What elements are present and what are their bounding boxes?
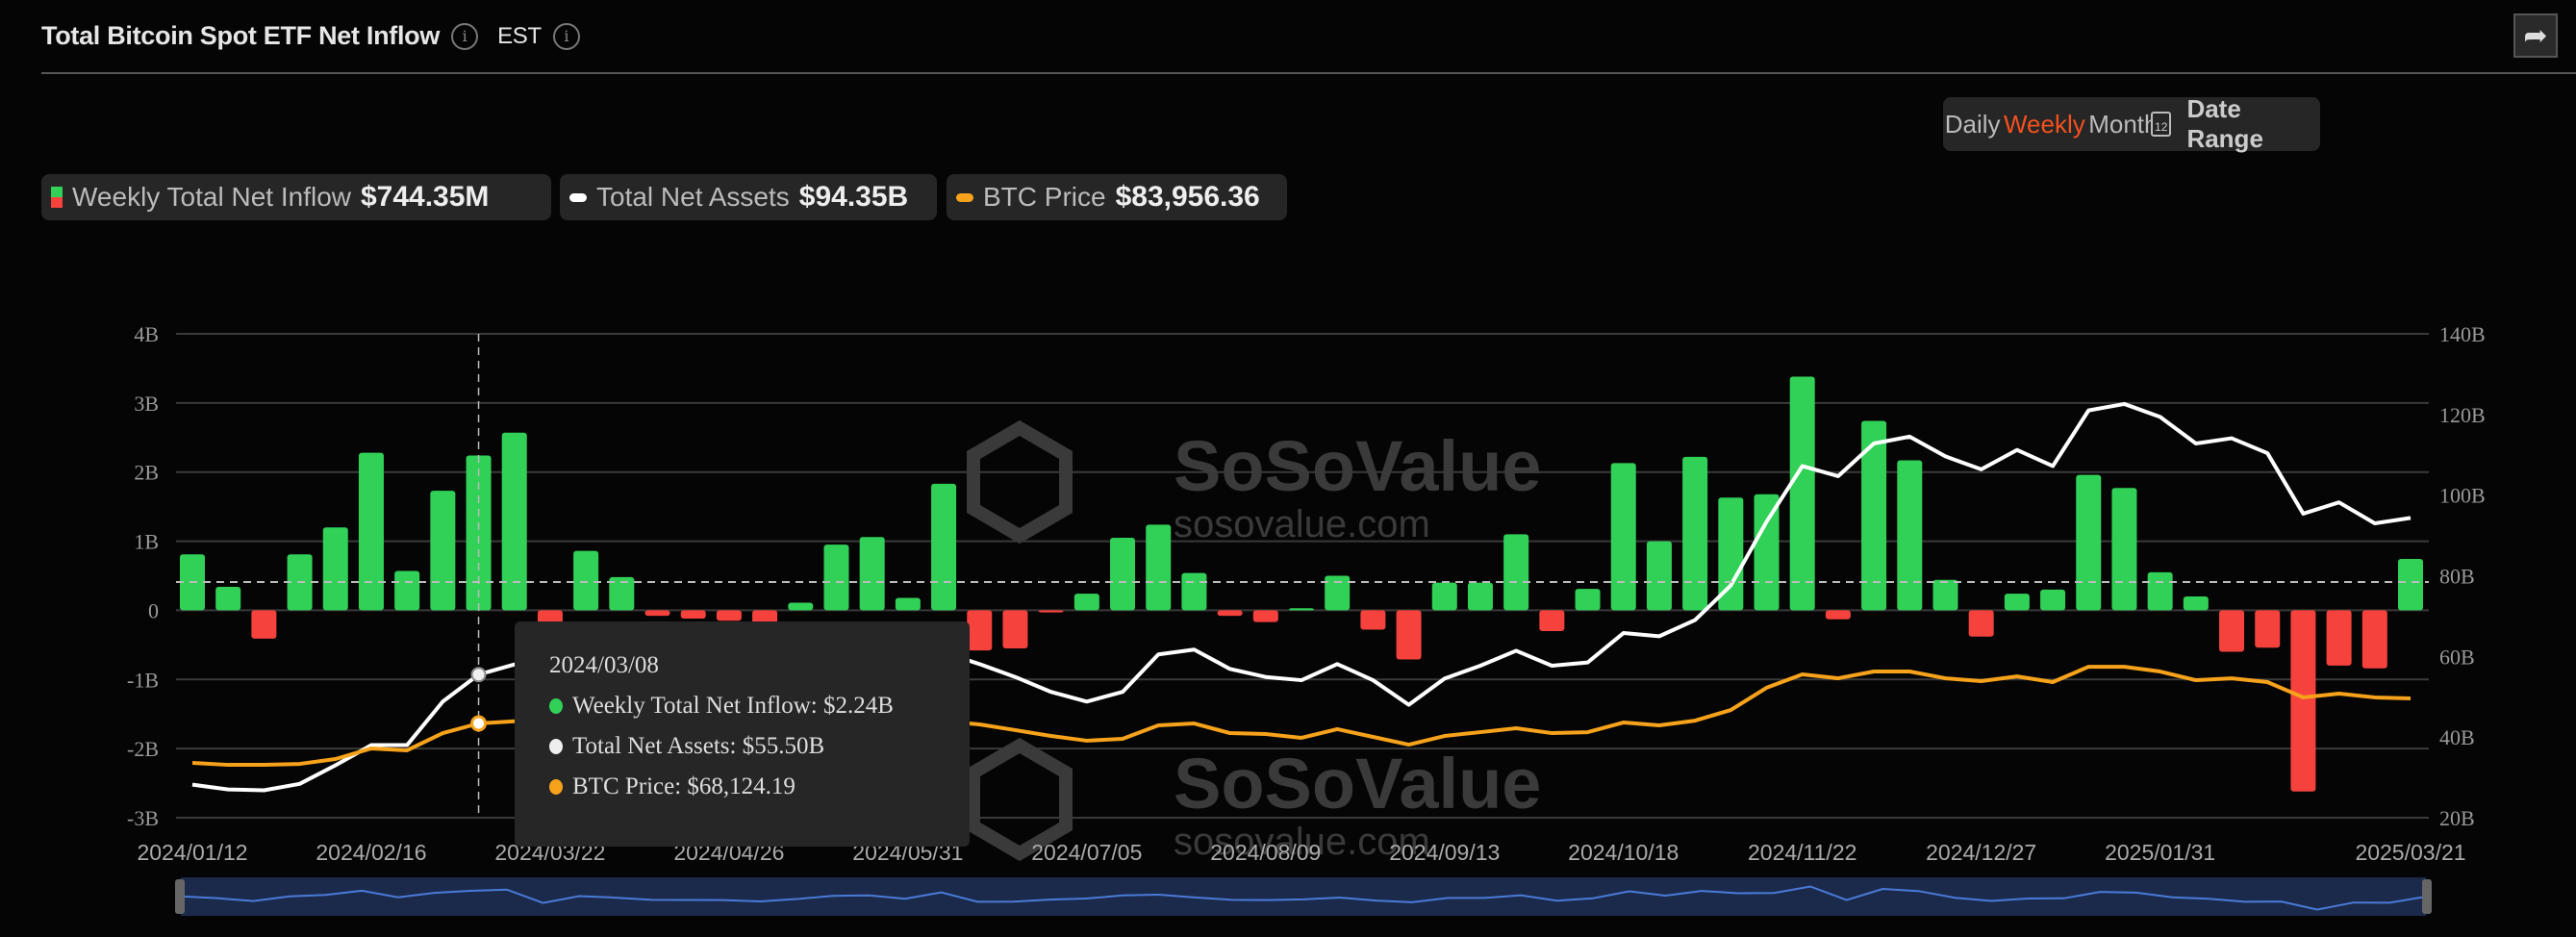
x-axis-tick: 2025/03/21 [2355, 840, 2465, 865]
bar-net-inflow [2219, 610, 2244, 651]
x-axis-tick: 2024/01/12 [137, 840, 247, 865]
bar-net-inflow [1218, 610, 1243, 616]
bar-net-inflow [1468, 583, 1493, 611]
right-axis-tick: 60B [2439, 645, 2475, 669]
chart-tooltip: 2024/03/08 Weekly Total Net Inflow: $2.2… [515, 621, 970, 847]
bar-net-inflow [1539, 610, 1564, 631]
bar-net-inflow [2076, 475, 2101, 611]
bar-net-inflow [1647, 542, 1672, 611]
x-axis-tick: 2024/07/05 [1031, 840, 1142, 865]
bar-net-inflow [2184, 596, 2209, 610]
bar-net-inflow [502, 433, 527, 611]
x-axis-tick: 2024/10/18 [1568, 840, 1679, 865]
bar-net-inflow [1074, 594, 1099, 610]
bar-net-inflow [394, 570, 419, 610]
bar-net-inflow [2255, 610, 2280, 647]
bar-net-inflow [1826, 610, 1851, 619]
bar-net-inflow [967, 610, 992, 650]
bar-net-inflow [1397, 610, 1422, 659]
bar-net-inflow [2148, 572, 2173, 611]
right-axis-tick: 100B [2439, 484, 2486, 508]
navigator-handle[interactable] [175, 879, 185, 914]
left-axis-tick: 4B [134, 322, 159, 346]
tooltip-btc: BTC Price: $68,124.19 [572, 773, 796, 800]
bar-net-inflow [2040, 590, 2065, 611]
bar-net-inflow [251, 610, 276, 638]
x-axis-tick: 2025/01/31 [2105, 840, 2215, 865]
bar-net-inflow [1576, 589, 1601, 610]
bar-net-inflow [681, 610, 706, 619]
right-axis-tick: 80B [2439, 565, 2475, 589]
bar-net-inflow [430, 491, 455, 610]
bar-net-inflow [2111, 488, 2136, 610]
left-axis-tick: 0 [148, 598, 159, 622]
bar-net-inflow [1253, 610, 1278, 621]
bar-net-inflow [931, 484, 956, 610]
bar-net-inflow [1110, 538, 1135, 610]
bar-net-inflow [1611, 463, 1636, 610]
bar-net-inflow [823, 544, 848, 610]
watermark-site: sosovalue.com [1174, 503, 1430, 545]
bar-net-inflow [860, 537, 885, 610]
left-axis-tick: 1B [134, 530, 159, 554]
left-axis-tick: 3B [134, 392, 159, 416]
left-axis-tick: -1B [127, 668, 159, 692]
right-axis-tick: 20B [2439, 806, 2475, 830]
right-axis-tick: 40B [2439, 725, 2475, 749]
navigator-handle[interactable] [2422, 879, 2432, 914]
bar-net-inflow [2398, 559, 2423, 610]
tooltip-inflow: Weekly Total Net Inflow: $2.24B [572, 693, 894, 720]
bar-net-inflow [1325, 576, 1350, 611]
orange-dot-icon [549, 779, 563, 795]
watermark-logo-icon [973, 746, 1066, 853]
bar-net-inflow [1897, 460, 1922, 610]
bar-net-inflow [645, 610, 670, 616]
bar-net-inflow [1039, 610, 1064, 612]
bar-net-inflow [359, 453, 384, 611]
tooltip-assets: Total Net Assets: $55.50B [572, 733, 824, 760]
tooltip-date: 2024/03/08 [549, 652, 970, 679]
watermark-brand: SoSoValue [1174, 426, 1541, 506]
hover-point-net-assets [472, 668, 486, 681]
bar-net-inflow [467, 455, 492, 610]
bar-net-inflow [2362, 610, 2387, 668]
white-dot-icon [549, 739, 563, 754]
bar-net-inflow [1969, 610, 1994, 636]
green-dot-icon [549, 698, 563, 714]
x-axis-tick: 2024/09/13 [1389, 840, 1500, 865]
x-axis-tick: 2024/08/09 [1210, 840, 1321, 865]
left-axis-tick: -3B [127, 806, 159, 830]
bar-net-inflow [1002, 610, 1027, 648]
bar-net-inflow [2290, 610, 2315, 791]
bar-net-inflow [1932, 580, 1957, 611]
bar-net-inflow [1682, 457, 1707, 611]
watermark-logo-icon [973, 428, 1066, 536]
bar-net-inflow [896, 597, 921, 610]
bar-net-inflow [2005, 594, 2030, 610]
watermark-brand: SoSoValue [1174, 744, 1541, 823]
bar-net-inflow [1432, 583, 1457, 611]
left-axis-tick: -2B [127, 737, 159, 761]
left-axis-tick: 2B [134, 461, 159, 485]
right-axis-tick: 120B [2439, 403, 2486, 427]
bar-net-inflow [1146, 524, 1171, 610]
bar-net-inflow [323, 527, 348, 610]
x-axis-tick: 2024/11/22 [1748, 840, 1856, 865]
bar-net-inflow [215, 587, 240, 610]
bar-net-inflow [573, 551, 598, 611]
bar-net-inflow [788, 603, 813, 611]
bar-net-inflow [1289, 608, 1314, 610]
bar-net-inflow [1790, 377, 1815, 611]
bar-net-inflow [1503, 534, 1528, 610]
range-navigator [181, 877, 2426, 916]
bar-net-inflow [2327, 610, 2352, 665]
right-axis-tick: 140B [2439, 322, 2486, 346]
bar-net-inflow [1360, 610, 1385, 629]
chart-area: SoSoValuesosovalue.comSoSoValuesosovalue… [0, 0, 2576, 937]
hover-point-btc [472, 717, 486, 730]
bar-net-inflow [1181, 573, 1206, 611]
x-axis-tick: 2024/02/16 [316, 840, 426, 865]
bar-net-inflow [717, 610, 742, 620]
x-axis-tick: 2024/12/27 [1926, 840, 2036, 865]
